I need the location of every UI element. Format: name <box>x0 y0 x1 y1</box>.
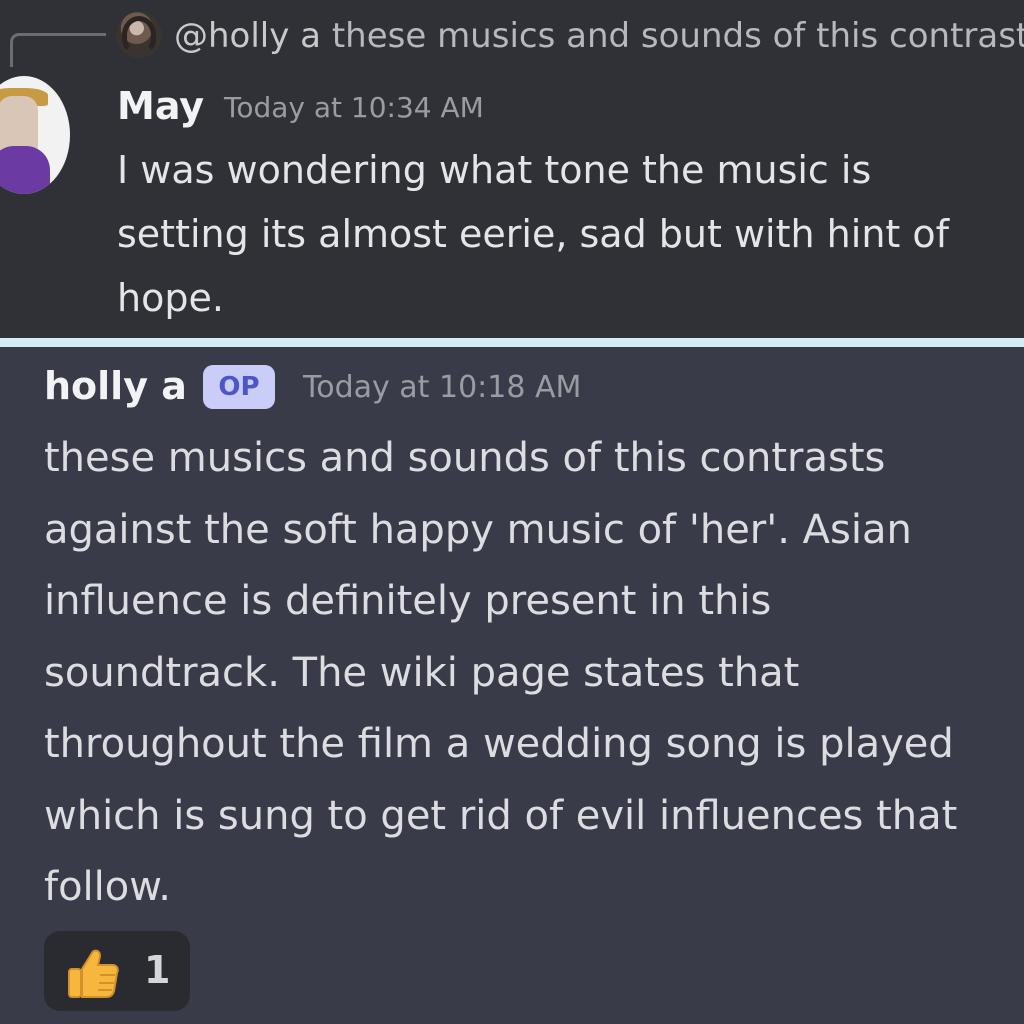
message-text: these musics and sounds of this contrast… <box>44 435 958 910</box>
message-text: I was wondering what tone the music is s… <box>117 148 950 320</box>
avatar-hair-icon <box>122 16 156 54</box>
op-badge: OP <box>203 365 275 409</box>
thumbs-up-icon <box>68 949 119 998</box>
original-post-panel: holly a OP Today at 10:18 AM these music… <box>0 347 1024 1024</box>
message-timestamp: Today at 10:18 AM <box>303 370 582 405</box>
message-timestamp: Today at 10:34 AM <box>224 91 484 124</box>
reply-author-avatar[interactable] <box>116 12 162 58</box>
reply-preview[interactable]: @holly a these musics and sounds of this… <box>174 14 1024 58</box>
avatar-may[interactable] <box>0 76 70 194</box>
author-name[interactable]: holly a <box>44 360 187 412</box>
author-name[interactable]: May <box>117 80 204 132</box>
reaction-button[interactable]: 1 <box>44 931 190 1011</box>
reply-connector-line <box>10 33 106 67</box>
reply-message-panel: @holly a these musics and sounds of this… <box>0 0 1024 338</box>
avatar-hoodie-icon <box>0 146 50 194</box>
reaction-count: 1 <box>144 948 171 992</box>
reply-mention[interactable]: @holly a <box>174 16 321 56</box>
reply-preview-text: these musics and sounds of this contrast <box>331 16 1024 56</box>
